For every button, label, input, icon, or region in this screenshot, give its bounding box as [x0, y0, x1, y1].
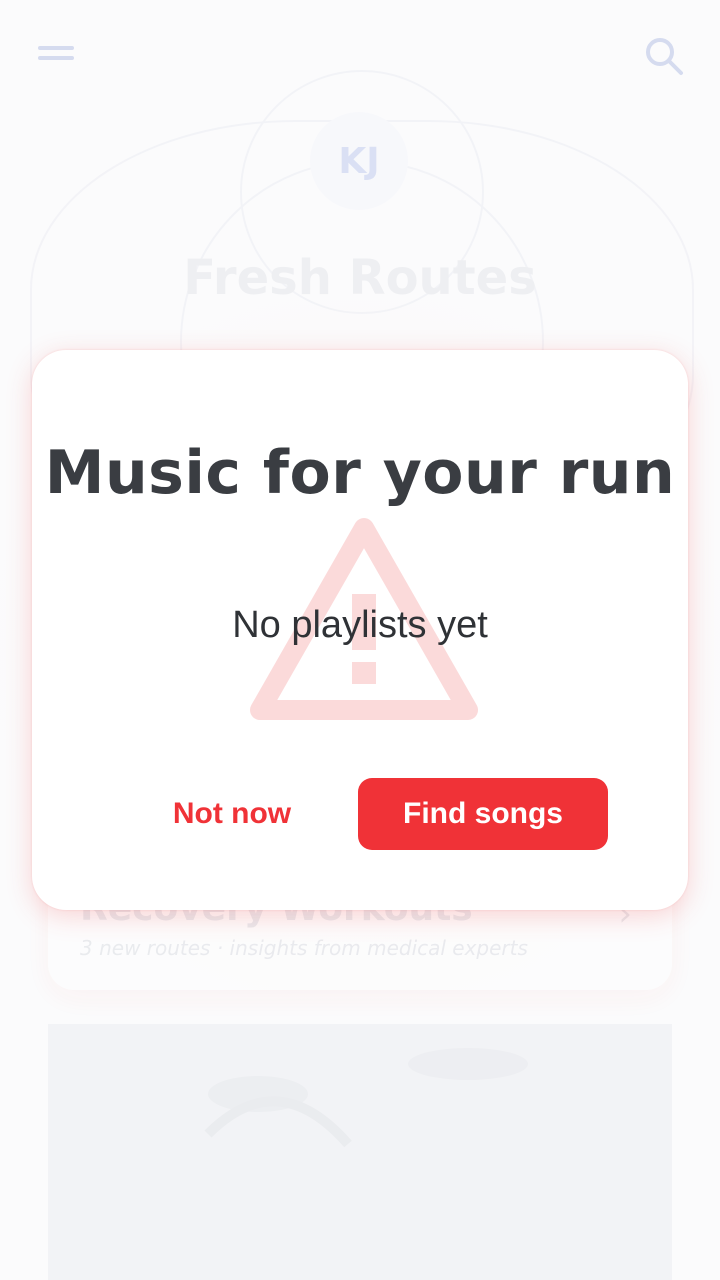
dialog-title: Music for your run: [44, 438, 676, 508]
runner-image: [48, 1024, 672, 1280]
find-songs-button[interactable]: Find songs: [358, 778, 608, 850]
route-card-subtitle: 3 new routes · insights from medical exp…: [80, 936, 528, 960]
app-screen: KJ Fresh Routes Recovery Workouts 3 new …: [0, 0, 720, 1280]
workout-image-card[interactable]: [48, 1024, 672, 1280]
not-now-button[interactable]: Not now: [132, 778, 332, 850]
music-dialog: Music for your run No playlists yet Not …: [32, 350, 688, 910]
dialog-message: No playlists yet: [232, 604, 488, 646]
